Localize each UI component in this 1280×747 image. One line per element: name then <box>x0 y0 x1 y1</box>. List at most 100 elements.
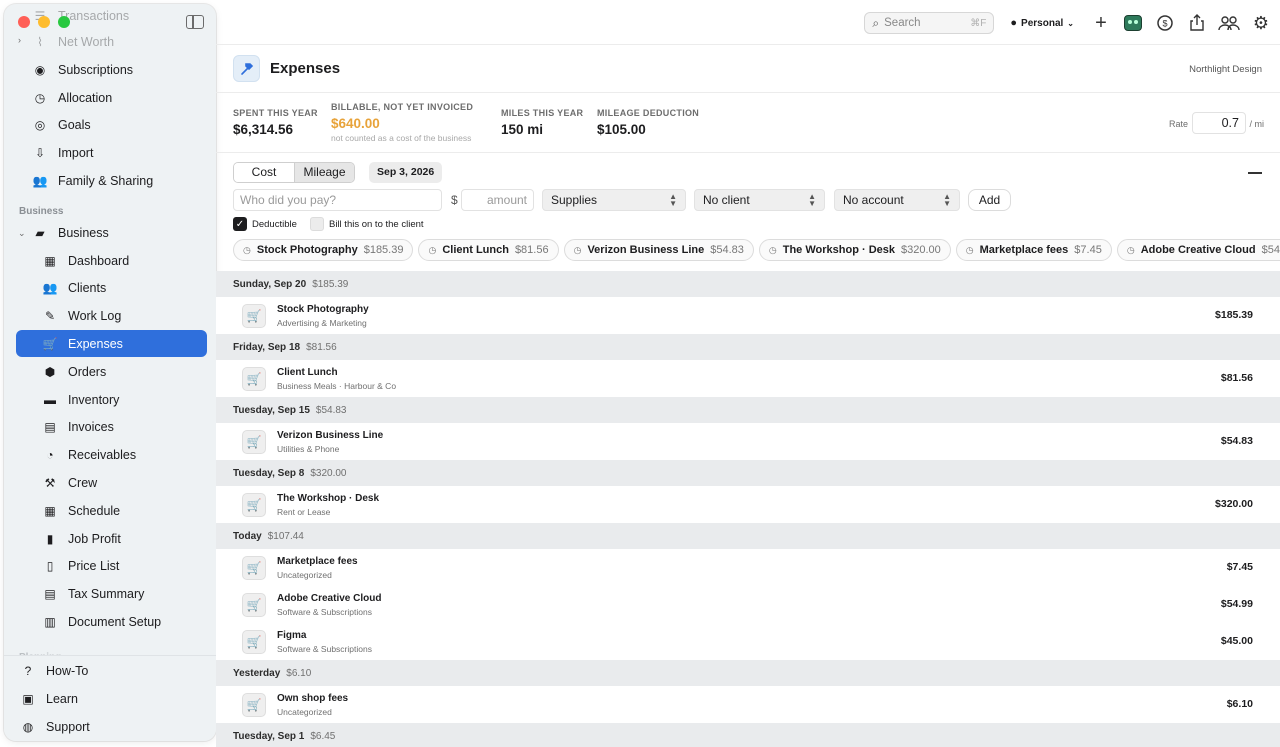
toolbar: ⌕ Search ⌘F ● Personal ⌄ + $ ⚙ <box>216 0 1280 45</box>
sidebar-group-business[interactable]: ▰ Business <box>16 219 207 246</box>
share-icon[interactable] <box>1186 12 1208 34</box>
currency-symbol: $ <box>451 193 458 207</box>
mode-mileage-button[interactable]: Mileage <box>294 163 354 182</box>
sidebar-item-price-list[interactable]: ▯ Price List <box>16 553 207 580</box>
expense-row[interactable]: 🛒 Own shop fees Uncategorized $6.10 <box>216 686 1280 723</box>
gear-icon[interactable]: ⚙ <box>1250 12 1272 34</box>
stat-spent: SPENT THIS YEAR $6,314.56 <box>233 108 318 137</box>
window-controls <box>18 16 70 28</box>
sidebar-toggle-icon[interactable] <box>186 15 204 29</box>
expense-row[interactable]: 🛒 The Workshop · Desk Rent or Lease $320.00 <box>216 486 1280 523</box>
sidebar-item-label: Price List <box>68 559 120 574</box>
expense-amount: $6.10 <box>1226 698 1253 710</box>
amount-input[interactable]: amount <box>461 189 534 211</box>
sidebar-item-expenses[interactable]: 🛒 Expenses <box>16 330 207 358</box>
sidebar-item-dashboard[interactable]: ▦ Dashboard <box>16 247 207 274</box>
sidebar-footer-item-how-to[interactable]: ? How-To <box>16 657 207 684</box>
sidebar-item-clients[interactable]: 👥 Clients <box>16 275 207 302</box>
cart-icon: 🛒 <box>42 336 58 351</box>
collapse-icon[interactable] <box>1248 172 1262 174</box>
sidebar-item-subscriptions[interactable]: ◉ Subscriptions <box>16 56 207 83</box>
account-select[interactable]: No account ▲ ▼ <box>834 189 960 211</box>
sidebar-item-label: Goals <box>58 117 91 132</box>
recent-expense-chip[interactable]: ◷ The Workshop · Desk $320.00 <box>758 239 951 261</box>
expense-row[interactable]: 🛒 Figma Software & Subscriptions $45.00 <box>216 623 1280 660</box>
zoom-window-button[interactable] <box>58 16 70 28</box>
stat-mileage-value: $105.00 <box>597 122 646 137</box>
sidebar-item-work-log[interactable]: ✎ Work Log <box>16 303 207 330</box>
payee-input[interactable]: Who did you pay? <box>233 189 442 211</box>
group-date: Yesterday <box>233 668 281 679</box>
sidebar-item-goals[interactable]: ◎ Goals <box>16 111 207 138</box>
sidebar-item-label: Allocation <box>58 90 113 105</box>
assistant-robot-icon[interactable] <box>1122 12 1144 34</box>
stat-billable-label: BILLABLE, NOT YET INVOICED <box>331 102 474 112</box>
client-select[interactable]: No client ▲ ▼ <box>694 189 825 211</box>
minimize-window-button[interactable] <box>38 16 50 28</box>
expense-category: Uncategorized <box>277 570 332 580</box>
date-group-header: Yesterday $6.10 <box>216 660 1280 686</box>
recent-expense-chip[interactable]: ◷ Adobe Creative Cloud $54.99 <box>1116 239 1280 261</box>
expense-row[interactable]: 🛒 Stock Photography Advertising & Marketin… <box>216 297 1280 334</box>
search-field[interactable]: ⌕ Search ⌘F <box>864 12 995 34</box>
group-total: $320.00 <box>310 468 347 479</box>
mode-cost-button[interactable]: Cost <box>234 163 294 182</box>
expense-row[interactable]: 🛒 Verizon Business Line Utilities & Phone $… <box>216 423 1280 460</box>
sidebar-item-crew[interactable]: ⚒ Crew <box>16 469 207 496</box>
expense-row[interactable]: 🛒 Marketplace fees Uncategorized $7.45 <box>216 549 1280 586</box>
client-value: No client <box>703 193 750 207</box>
stat-miles: MILES THIS YEAR 150 mi <box>501 108 583 137</box>
cart-icon: 🛒 <box>242 367 266 391</box>
chip-amount: $81.56 <box>514 244 549 256</box>
cart-icon: 🛒 <box>242 493 266 517</box>
sidebar-item-family-sharing[interactable]: 👥 Family & Sharing <box>16 167 207 194</box>
expense-amount: $54.83 <box>1220 435 1253 447</box>
sidebar-item-net-worth[interactable]: ⌇ Net Worth <box>16 28 207 55</box>
close-window-button[interactable] <box>18 16 30 28</box>
expense-category: Utilities & Phone <box>277 444 340 454</box>
sidebar-item-inventory[interactable]: ▬ Inventory <box>16 386 207 413</box>
date-picker[interactable]: Sep 3, 2026 <box>369 162 443 183</box>
profile-menu[interactable]: ● Personal ⌄ <box>1010 17 1074 29</box>
sidebar-item-receivables[interactable]: ◔ Receivables <box>16 442 207 469</box>
sidebar-item-schedule[interactable]: ▦ Schedule <box>16 497 207 524</box>
add-button[interactable]: Add <box>968 189 1011 211</box>
briefcase-icon: ▰ <box>35 225 45 240</box>
category-select[interactable]: Supplies ▲ ▼ <box>542 189 686 211</box>
bill-client-checkbox[interactable]: Bill this on to the client <box>310 217 424 231</box>
currency-cycle-icon[interactable]: $ <box>1154 12 1176 34</box>
sidebar-item-orders[interactable]: ⬢ Orders <box>16 358 207 385</box>
expense-row[interactable]: 🛒 Client Lunch Business Meals · Harbour & … <box>216 360 1280 397</box>
people-icon[interactable] <box>1218 12 1240 34</box>
sidebar-item-label: Inventory <box>68 392 120 407</box>
search-shortcut: ⌘F <box>970 17 987 29</box>
chevron-right-icon[interactable]: › <box>18 35 21 45</box>
account-value: No account <box>843 193 904 207</box>
expense-row[interactable]: 🛒 Adobe Creative Cloud Software & Subscrip… <box>216 586 1280 623</box>
expense-list: Sunday, Sep 20 $185.39 🛒 Stock Photography A… <box>216 271 1280 747</box>
history-clock-icon: ◷ <box>965 244 974 255</box>
recent-expense-chips: ◷ Stock Photography $185.39 ◷ Client Lunch $8… <box>233 239 1280 262</box>
rate-input[interactable]: 0.7 <box>1192 112 1246 134</box>
recent-expense-chip[interactable]: ◷ Verizon Business Line $54.83 <box>563 239 754 261</box>
sidebar-item-invoices[interactable]: ▤ Invoices <box>16 414 207 441</box>
sidebar-item-label: Subscriptions <box>58 62 134 77</box>
sidebar-item-tax-summary[interactable]: ▤ Tax Summary <box>16 581 207 608</box>
calendar-icon: ▦ <box>44 503 56 518</box>
sidebar-footer-item-support[interactable]: ◍ Support <box>16 713 207 740</box>
recent-expense-chip[interactable]: ◷ Marketplace fees $7.45 <box>955 239 1112 261</box>
recent-expense-chip[interactable]: ◷ Client Lunch $81.56 <box>418 239 559 261</box>
empty-checkbox-icon <box>310 217 324 231</box>
chip-amount: $185.39 <box>363 244 404 256</box>
date-group-header: Tuesday, Sep 8 $320.00 <box>216 460 1280 486</box>
sidebar-item-import[interactable]: ⇩ Import <box>16 139 207 166</box>
plus-icon[interactable]: + <box>1090 12 1112 34</box>
history-clock-icon: ◷ <box>428 244 437 255</box>
deductible-checkbox[interactable]: ✓ Deductible <box>233 217 297 231</box>
sidebar-item-document-setup[interactable]: ▥ Document Setup <box>16 608 207 635</box>
sidebar-footer-item-learn[interactable]: ▣ Learn <box>16 685 207 712</box>
sidebar-item-allocation[interactable]: ◷ Allocation <box>16 84 207 111</box>
sidebar-item-job-profit[interactable]: ▮ Job Profit <box>16 525 207 552</box>
recent-expense-chip[interactable]: ◷ Stock Photography $185.39 <box>233 239 414 261</box>
receivable-icon: ◔ <box>46 448 54 463</box>
